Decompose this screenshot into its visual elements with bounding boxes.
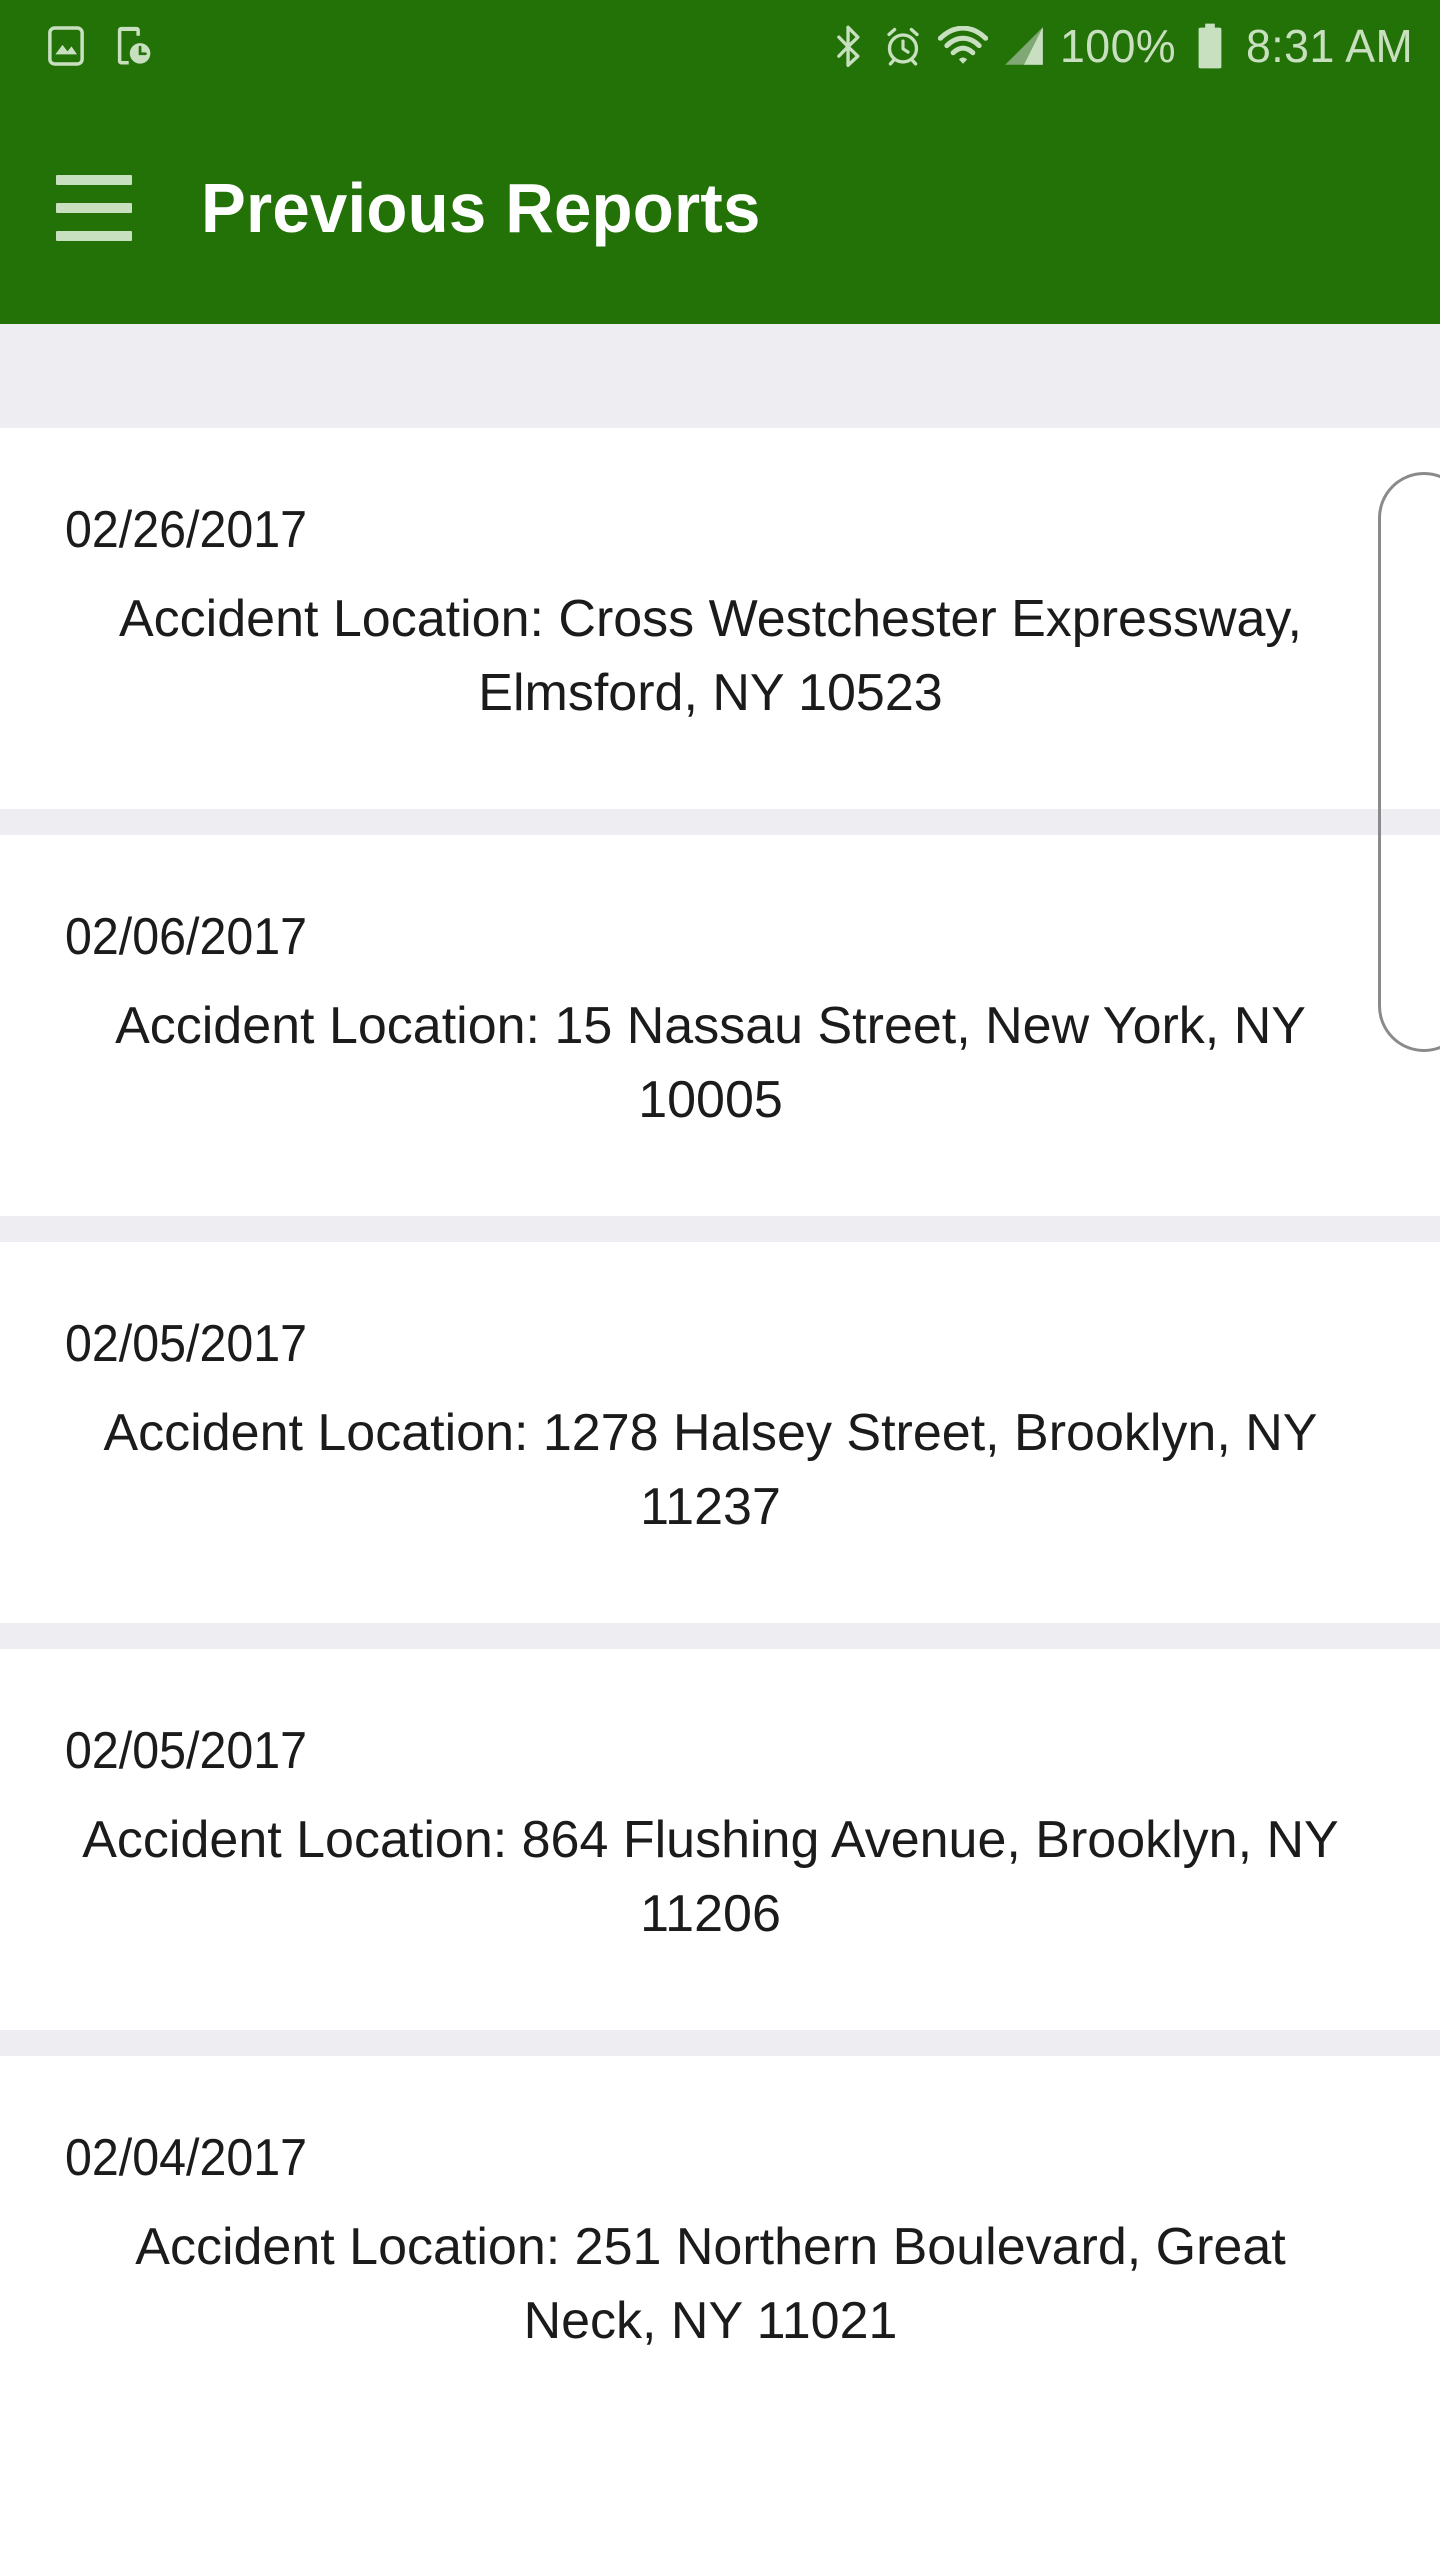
alarm-icon <box>887 27 919 66</box>
list-item[interactable]: 02/05/2017 Accident Location: 1278 Halse… <box>0 1242 1440 1624</box>
previous-reports-list[interactable]: 02/26/2017 Accident Location: Cross West… <box>0 324 1440 2438</box>
list-divider <box>0 1623 1440 1650</box>
device-clock-icon <box>117 26 151 65</box>
report-location: Accident Location: 1278 Halsey Street, B… <box>103 1404 1318 1537</box>
list-divider <box>0 1216 1440 1243</box>
menu-bar-1 <box>56 175 132 185</box>
cellular-signal-icon <box>1005 27 1043 65</box>
battery-icon <box>1198 23 1222 69</box>
status-bar: 100% 8:31 AM <box>0 0 1440 92</box>
hamburger-menu-icon[interactable] <box>56 162 148 254</box>
report-date: 02/04/2017 <box>65 2129 308 2188</box>
status-bar-notification-icons <box>44 24 154 68</box>
report-date: 02/26/2017 <box>65 501 308 559</box>
list-top-spacer <box>0 324 1440 428</box>
report-date: 02/05/2017 <box>65 1722 308 1781</box>
menu-bar-3 <box>56 231 132 241</box>
list-item[interactable]: 02/26/2017 Accident Location: Cross West… <box>0 428 1440 810</box>
status-bar-system-icons: 100% 8:31 AM <box>830 22 1418 70</box>
report-date: 02/06/2017 <box>65 908 308 967</box>
wifi-icon <box>938 26 989 64</box>
list-item[interactable]: 02/04/2017 Accident Location: 251 Northe… <box>0 2056 1440 2438</box>
list-divider <box>0 2030 1440 2057</box>
battery-percentage-label: 100% <box>1060 20 1177 72</box>
list-item[interactable]: 02/05/2017 Accident Location: 864 Flushi… <box>0 1649 1440 2031</box>
report-location: Accident Location: 864 Flushing Avenue, … <box>82 1811 1339 1944</box>
vertical-scroll-indicator[interactable] <box>1378 472 1440 1052</box>
page-title: Previous Reports <box>201 169 761 247</box>
screenshot-icon <box>48 26 84 66</box>
report-date: 02/05/2017 <box>65 1315 308 1374</box>
report-location: Accident Location: 251 Northern Boulevar… <box>135 2218 1286 2351</box>
app-bar: Previous Reports <box>0 92 1440 324</box>
list-divider <box>0 809 1440 836</box>
menu-bar-2 <box>56 203 132 213</box>
report-location: Accident Location: Cross Westchester Exp… <box>119 590 1302 723</box>
list-item[interactable]: 02/06/2017 Accident Location: 15 Nassau … <box>0 835 1440 1217</box>
bluetooth-icon <box>837 25 860 67</box>
clock-label: 8:31 AM <box>1245 20 1413 72</box>
report-location: Accident Location: 15 Nassau Street, New… <box>115 997 1306 1130</box>
